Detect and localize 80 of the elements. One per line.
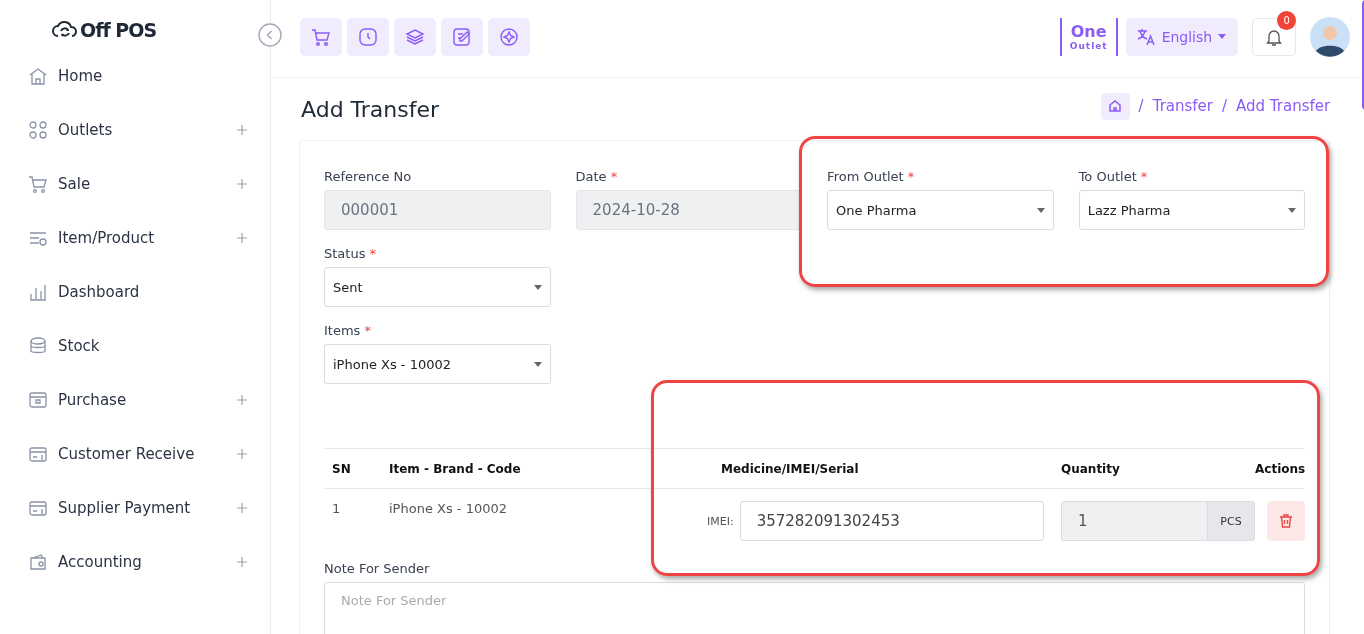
table-cell-text: 1 bbox=[331, 501, 342, 516]
field-label: From Outlet bbox=[827, 169, 904, 184]
quantity-field[interactable]: 1 bbox=[1061, 501, 1208, 541]
clock-icon bbox=[358, 26, 378, 47]
card-icon bbox=[28, 444, 48, 464]
breadcrumb-separator: / bbox=[1222, 97, 1228, 115]
required-mark: * bbox=[369, 246, 376, 261]
language-dropdown[interactable]: English bbox=[1125, 17, 1239, 56]
layers-button[interactable] bbox=[394, 17, 436, 56]
brand-logo-text: Off POS bbox=[80, 19, 157, 41]
outlet-name: One bbox=[1070, 22, 1107, 41]
cart-button[interactable] bbox=[300, 17, 342, 56]
cart-icon bbox=[28, 174, 48, 194]
sidebar-item[interactable]: Accounting bbox=[28, 535, 250, 589]
support-button[interactable] bbox=[488, 17, 530, 56]
caret-icon bbox=[533, 361, 542, 367]
wallet-icon bbox=[28, 552, 48, 572]
edit-button[interactable] bbox=[441, 17, 483, 56]
field-label: Items bbox=[324, 323, 361, 338]
field-label: Reference No bbox=[324, 169, 412, 184]
sidebar-item[interactable]: Outlets bbox=[28, 103, 250, 157]
select-field[interactable]: Lazz Pharma bbox=[1078, 190, 1306, 230]
outlet-label: Outlet bbox=[1069, 41, 1108, 51]
column-header: Quantity bbox=[1061, 461, 1121, 476]
required-mark: * bbox=[1140, 169, 1148, 184]
sidebar-item[interactable]: Customer Receive bbox=[28, 427, 250, 481]
notification-badge: 0 bbox=[1277, 10, 1297, 30]
caret-icon bbox=[1218, 34, 1227, 39]
select-field[interactable]: One Pharma bbox=[827, 190, 1054, 230]
notification-button[interactable] bbox=[1252, 17, 1297, 56]
sidebar-item[interactable]: Home bbox=[28, 56, 250, 96]
page-title: Add Transfer bbox=[301, 96, 440, 122]
sidebar-item[interactable]: Purchase bbox=[28, 373, 250, 427]
clock-button[interactable] bbox=[347, 17, 389, 56]
input-field[interactable]: 357282091302453 bbox=[739, 501, 1044, 541]
sidebar-item[interactable]: Supplier Payment bbox=[28, 481, 250, 535]
database-icon bbox=[28, 336, 48, 356]
note-field[interactable]: Note For Sender bbox=[324, 582, 1306, 634]
house-icon bbox=[28, 66, 48, 86]
breadcrumb-separator: / bbox=[1138, 97, 1144, 115]
sidebar-item[interactable]: Dashboard bbox=[28, 265, 250, 319]
home-icon bbox=[1108, 99, 1123, 113]
sidebar-item[interactable]: Stock bbox=[28, 319, 250, 373]
column-header: SN bbox=[331, 461, 352, 476]
caret-icon bbox=[1036, 207, 1045, 213]
home-button[interactable] bbox=[1100, 92, 1130, 120]
box-icon bbox=[28, 390, 48, 410]
serial-label: IMEI: bbox=[707, 514, 734, 528]
avatar[interactable] bbox=[1310, 16, 1351, 57]
breadcrumb-link[interactable]: Transfer bbox=[1152, 97, 1213, 115]
table-cell-text: iPhone Xs - 10002 bbox=[388, 501, 508, 516]
bar-chart-icon bbox=[28, 282, 48, 302]
card-icon bbox=[28, 498, 48, 518]
field-label: To Outlet bbox=[1078, 169, 1137, 184]
collapse-button[interactable] bbox=[258, 23, 282, 47]
trash-icon bbox=[1278, 513, 1295, 529]
field-label: Date bbox=[575, 169, 607, 184]
required-mark: * bbox=[364, 323, 371, 338]
unit-label: PCS bbox=[1208, 501, 1255, 541]
field-label: Note For Sender bbox=[324, 561, 431, 576]
required-mark: * bbox=[907, 169, 915, 184]
column-header: Actions bbox=[1255, 461, 1306, 476]
translate-icon bbox=[1135, 26, 1156, 47]
field-label: Status bbox=[324, 246, 366, 261]
edit-icon bbox=[452, 26, 472, 47]
required-mark: * bbox=[610, 169, 618, 184]
compass-icon bbox=[499, 26, 519, 47]
select-field[interactable]: Sent bbox=[324, 267, 551, 307]
select-field[interactable]: iPhone Xs - 10002 bbox=[324, 344, 551, 384]
caret-icon bbox=[533, 284, 542, 290]
grid-icon bbox=[28, 120, 48, 140]
delete-button[interactable] bbox=[1267, 501, 1306, 541]
sidebar-item[interactable]: Item/Product bbox=[28, 211, 250, 265]
breadcrumb-link[interactable]: Add Transfer bbox=[1236, 97, 1331, 115]
caret-icon bbox=[1288, 207, 1297, 213]
layers-icon bbox=[405, 26, 425, 47]
cart-icon bbox=[311, 26, 331, 47]
sidebar-item[interactable]: Sale bbox=[28, 157, 250, 211]
column-header: Medicine/IMEI/Serial bbox=[721, 461, 860, 476]
column-header: Item - Brand - Code bbox=[388, 461, 522, 476]
